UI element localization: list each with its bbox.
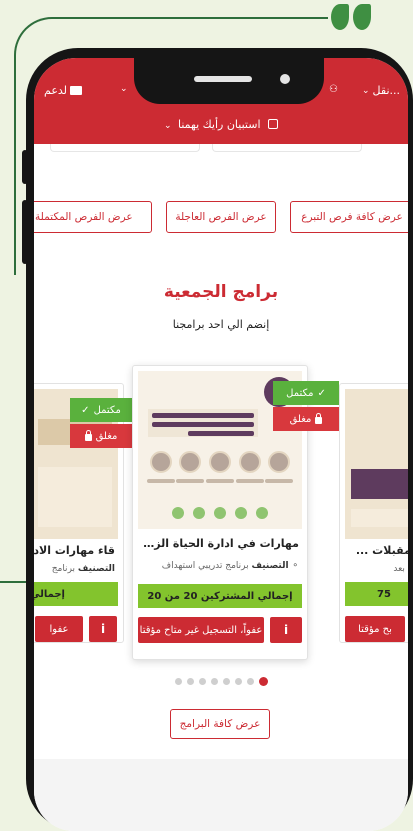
program-title[interactable]: للمقبلات ...: [344, 544, 408, 557]
survey-toggle[interactable]: استبيان رأيك يهمنا ⌄: [34, 118, 408, 131]
registration-closed-button[interactable]: عفوا: [35, 616, 83, 642]
chevron-down-icon: ⌄: [120, 84, 128, 94]
button-label: عرض كافة البرامج: [179, 718, 261, 730]
program-title[interactable]: مهارات في ادارة الحياة الزوجية للمقبلين …: [137, 537, 299, 550]
image-title-block: [351, 469, 408, 499]
status-label: مكتمل: [93, 404, 121, 416]
phone-side-button: [22, 200, 28, 264]
avatar: [149, 451, 172, 473]
camera-icon: [280, 74, 290, 84]
program-card[interactable]: للمقبلات ... عن بعد 75 بح مؤقتا: [339, 383, 408, 643]
mail-icon: [70, 86, 83, 95]
lock-icon: [315, 412, 323, 424]
button-label: عفواً، التسجيل غير متاح مؤقتا: [139, 624, 263, 636]
slider-dot[interactable]: [234, 678, 242, 685]
nav-item-users[interactable]: ⚇: [329, 84, 338, 95]
check-icon: ✓: [81, 404, 90, 416]
footer-area: [34, 759, 408, 831]
view-urgent-opportunities-button[interactable]: عرض الفرص العاجلة: [166, 201, 276, 233]
avatar: [179, 451, 202, 473]
participants-bar: إجمالي: [34, 582, 118, 606]
program-category: عن بعد: [393, 564, 408, 574]
slider-dot-active[interactable]: [258, 677, 268, 686]
checkbox-icon: [268, 119, 279, 129]
chevron-down-icon: ⌄: [362, 85, 370, 96]
info-button[interactable]: i: [89, 616, 117, 642]
phone-side-button: [22, 150, 28, 184]
status-label: مكتمل: [286, 387, 314, 399]
users-icon: ⚇: [329, 84, 338, 95]
button-label: عرض كافة فرص التبرع: [301, 211, 403, 223]
info-icon: i: [283, 623, 289, 637]
avatar: [238, 451, 261, 473]
button-label: عرض الفرص العاجلة: [175, 211, 267, 223]
quote-icon: [329, 2, 373, 38]
view-all-donation-opportunities-button[interactable]: عرض كافة فرص التبرع: [290, 201, 408, 233]
participants-bar: 75: [345, 582, 408, 606]
trainer-avatars: [146, 451, 294, 473]
image-text-block: [351, 509, 408, 527]
slider-dot[interactable]: [222, 678, 230, 685]
image-title-block: [148, 409, 258, 437]
category-label: التصنيف: [77, 564, 115, 574]
program-category: ⚬ التصنيف برنامج تدريبي استهداف: [137, 561, 299, 571]
button-label: بح مؤقتا: [358, 623, 392, 635]
status-complete-badge: مكتمل ✓: [70, 398, 132, 422]
category-value: برنامج: [51, 564, 76, 574]
status-closed-badge: مغلق: [273, 407, 339, 431]
check-icon: ✓: [317, 387, 326, 399]
registration-closed-button[interactable]: عفواً، التسجيل غير متاح مؤقتا: [138, 617, 264, 643]
feature-icons: [168, 507, 272, 519]
category-label: التصنيف: [251, 561, 289, 571]
nav-item-support[interactable]: لدعم: [44, 84, 83, 97]
slider-dot[interactable]: [174, 678, 182, 685]
program-category: التصنيف برنامج: [34, 564, 115, 574]
status-complete-badge: ✓ مكتمل: [273, 381, 339, 405]
image-text-block: [38, 467, 112, 527]
program-title[interactable]: قاء مهارات الاد: [34, 544, 115, 557]
participants-bar: إجمالي المشتركين 20 من 20: [138, 584, 302, 608]
slider-dot[interactable]: [198, 678, 206, 685]
trainer-names: [146, 479, 294, 497]
status-closed-badge: مغلق: [70, 424, 132, 448]
speaker-icon: [194, 76, 252, 82]
nav-item-transfer[interactable]: ...نقل ⌄: [362, 84, 400, 97]
slider-dot[interactable]: [246, 678, 254, 685]
slider-dot[interactable]: [210, 678, 218, 685]
program-card-active[interactable]: ✓ مكتمل مغلق مهارات في ادارة الحياة الزو…: [132, 365, 339, 660]
phone-notch: [134, 58, 324, 104]
registration-closed-button[interactable]: بح مؤقتا: [345, 616, 405, 642]
slider-dots: [34, 677, 408, 686]
button-label: عرض الفرص المكتملة: [35, 211, 133, 223]
phone-screen: ...نقل ⌄ ⚇ لدعم ⌄ استبيان رأيك يهمنا ⌄ ع…: [34, 58, 408, 831]
nav-item-dropdown[interactable]: ⌄: [120, 84, 128, 94]
status-label: مغلق: [289, 413, 312, 425]
lock-icon: [84, 429, 92, 441]
nav-item-label: لدعم: [44, 84, 68, 97]
status-label: مغلق: [95, 430, 118, 442]
program-card[interactable]: مكتمل ✓ مغلق قاء مهارات الاد التصنيف برن…: [34, 383, 132, 643]
avatar: [268, 451, 291, 473]
info-button[interactable]: i: [270, 617, 302, 643]
view-all-programs-button[interactable]: عرض كافة البرامج: [170, 709, 270, 739]
survey-label: استبيان رأيك يهمنا: [178, 118, 261, 131]
avatar: [209, 451, 232, 473]
chevron-down-icon: ⌄: [163, 121, 172, 131]
program-image: [345, 389, 408, 539]
nav-item-label: ...نقل: [372, 84, 400, 97]
tag-icon: ⚬: [291, 561, 299, 571]
view-completed-opportunities-button[interactable]: عرض الفرص المكتملة: [34, 201, 152, 233]
card-strip-remnant: [34, 144, 408, 152]
info-icon: i: [100, 622, 106, 636]
section-subtitle: إنضم الي احد برامجنا: [172, 318, 270, 331]
category-value: برنامج تدريبي استهداف: [161, 561, 249, 571]
section-title: برامج الجمعية: [163, 282, 279, 302]
slider-dot[interactable]: [186, 678, 194, 685]
button-label: عفوا: [49, 623, 69, 635]
